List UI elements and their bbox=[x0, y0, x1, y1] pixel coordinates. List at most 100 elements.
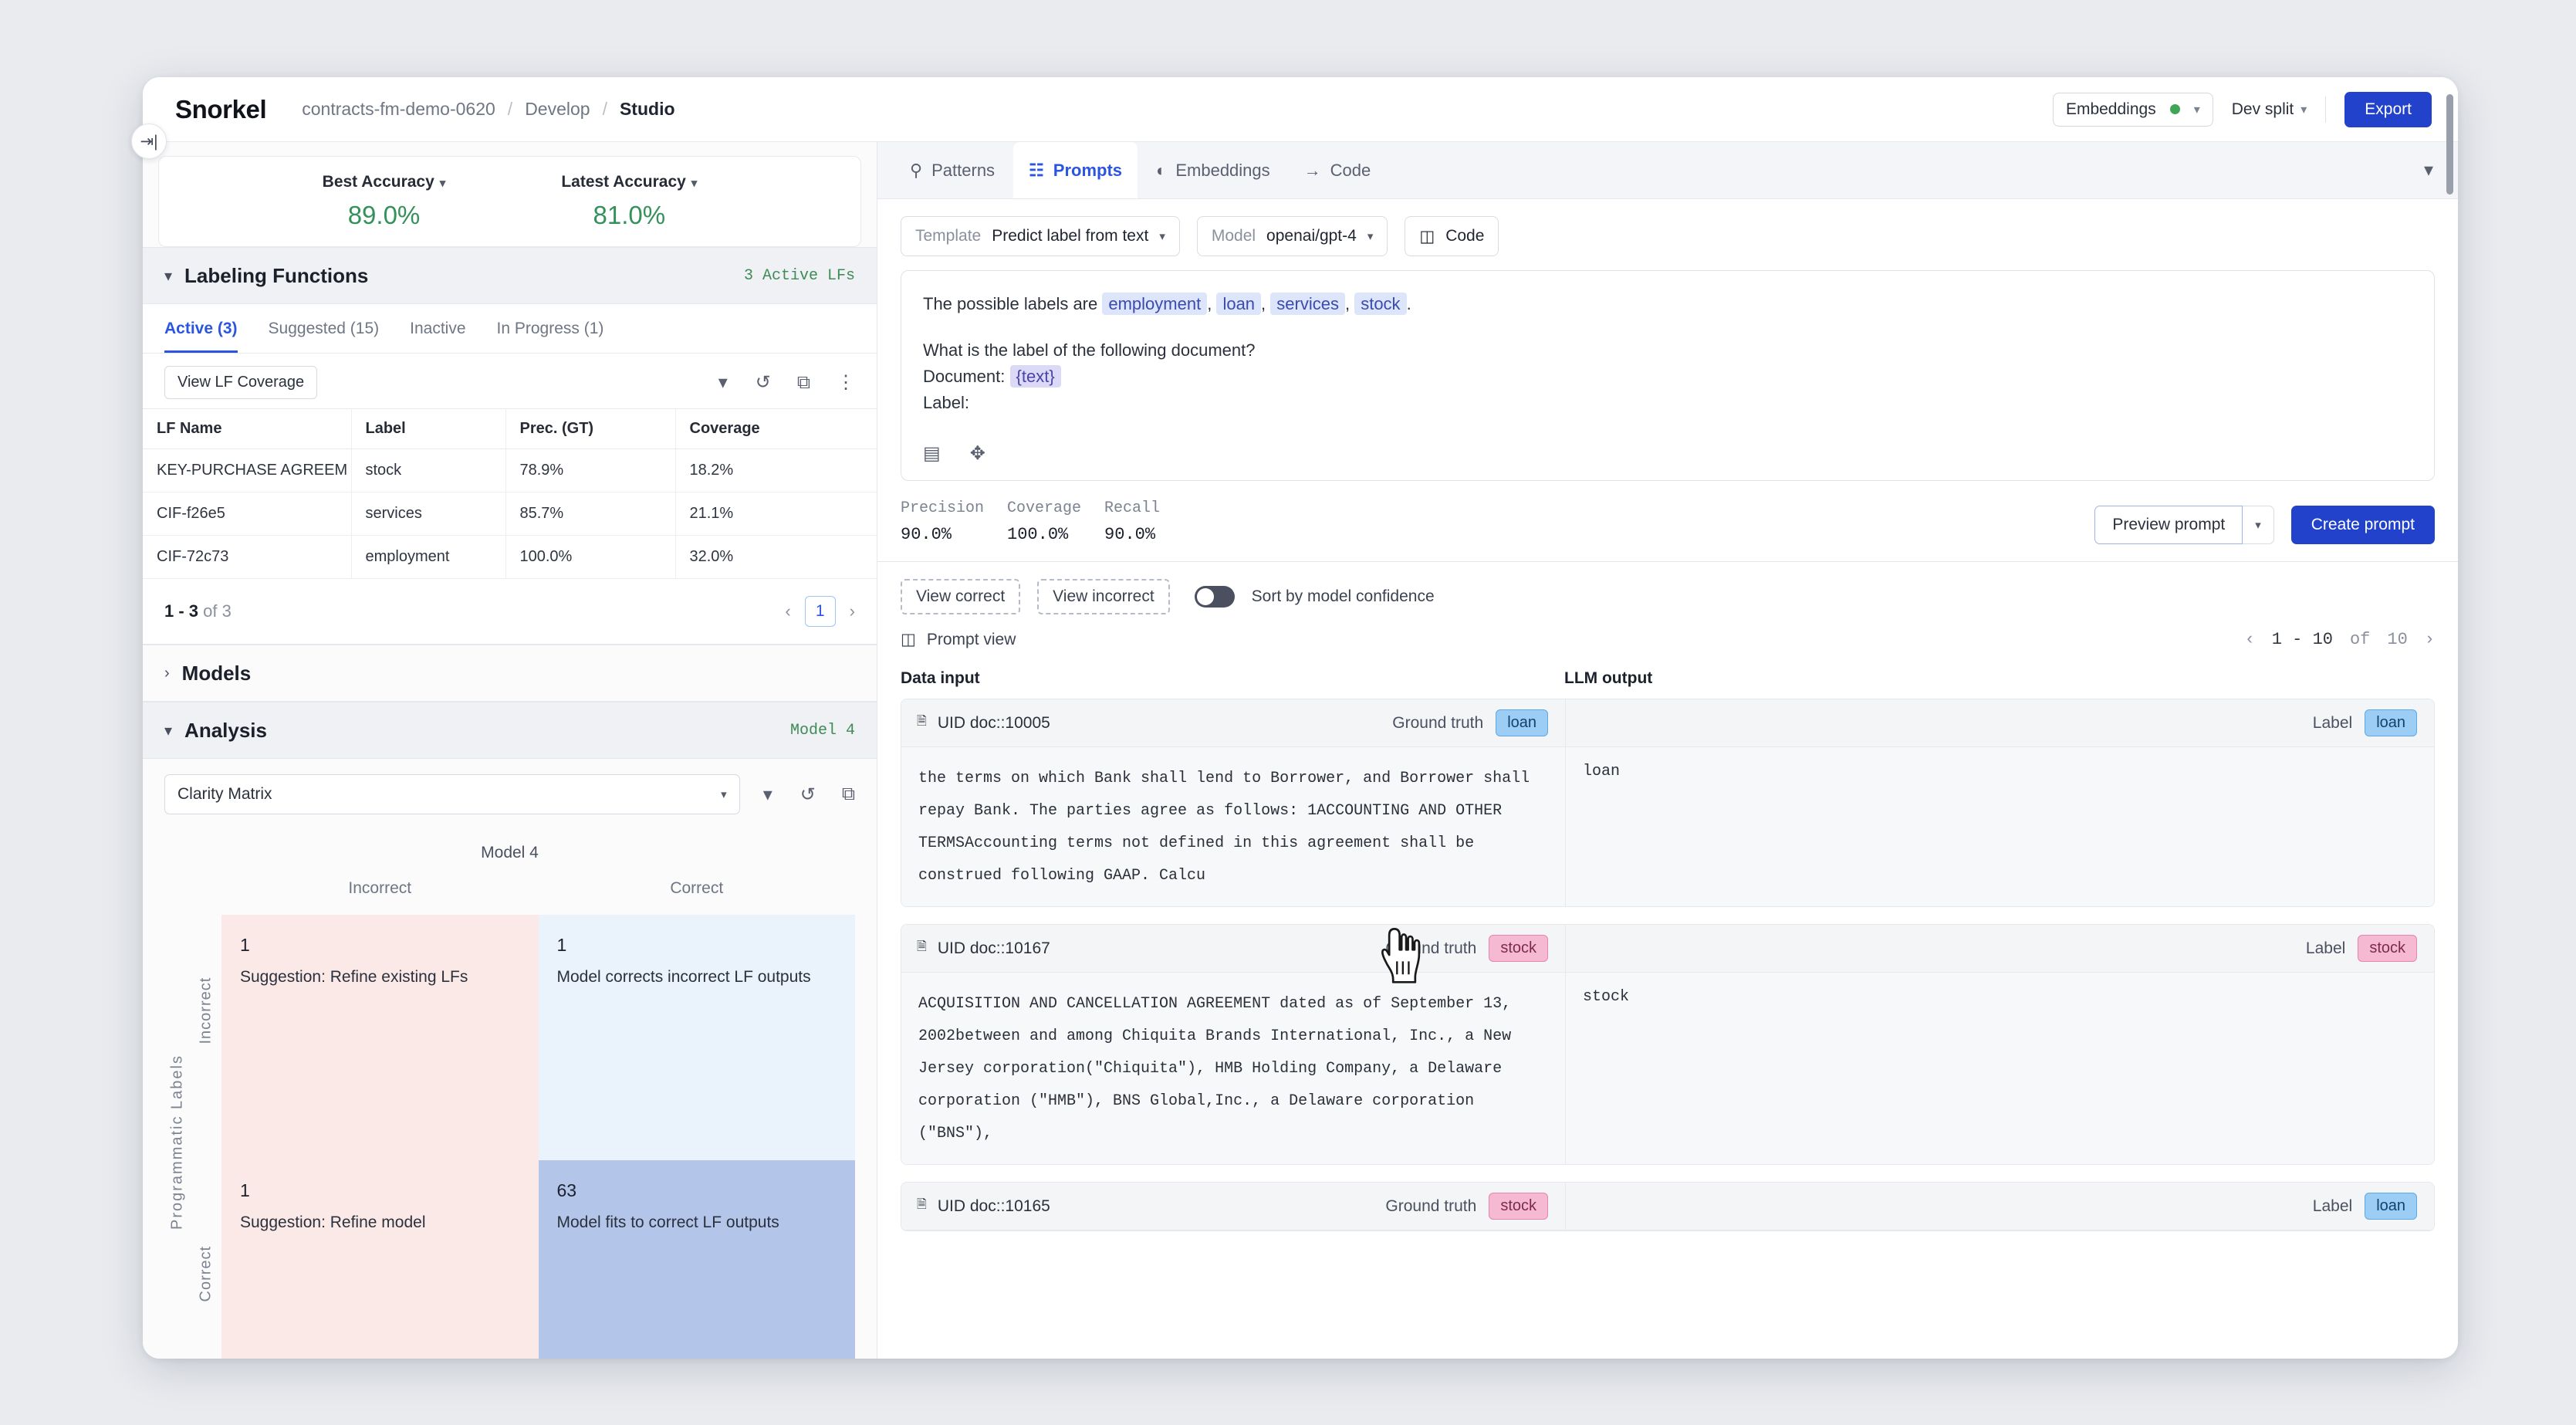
model-selector[interactable]: Model openai/gpt-4 ▾ bbox=[1196, 216, 1388, 256]
filter-icon[interactable]: ▾ bbox=[763, 784, 774, 806]
column-label: Label bbox=[351, 408, 506, 449]
pagination-range: 1 - 3 bbox=[164, 601, 199, 621]
filter-icon[interactable]: ▾ bbox=[718, 371, 729, 394]
prompt-spacer bbox=[923, 317, 2412, 337]
labeling-functions-pagination: 1 - 3 of 3 ‹ 1 › bbox=[143, 579, 877, 645]
export-icon[interactable]: ⧉ bbox=[797, 372, 810, 394]
tab-active-lfs[interactable]: Active (3) bbox=[164, 304, 238, 353]
record-text: the terms on which Bank shall lend to Bo… bbox=[918, 770, 1530, 885]
table-row[interactable]: CIF-72c73 employment 100.0% 32.0% bbox=[143, 535, 877, 579]
embeddings-selector[interactable]: Embeddings ▾ bbox=[2052, 92, 2213, 127]
results-range: 1 - 10 bbox=[2271, 630, 2333, 650]
llm-label-label: Label bbox=[2312, 713, 2353, 732]
breadcrumb-develop[interactable]: Develop bbox=[525, 99, 590, 120]
tab-patterns[interactable]: ⚲ Patterns bbox=[894, 142, 1010, 198]
list-item[interactable]: 🗎 UID doc::10167 Ground truth stock Labe… bbox=[901, 924, 2435, 1166]
x-tick-incorrect: Incorrect bbox=[348, 879, 412, 897]
table-row[interactable]: CIF-f26e5 services 85.7% 21.1% bbox=[143, 492, 877, 536]
chevron-down-icon: ▾ bbox=[2193, 103, 2200, 117]
preview-prompt-dropdown[interactable]: ▾ bbox=[2243, 506, 2274, 545]
tab-code[interactable]: → Code bbox=[1289, 142, 1387, 198]
top-bar: Snorkel contracts-fm-demo-0620 / Develop… bbox=[143, 77, 2458, 142]
preview-prompt-button[interactable]: Preview prompt bbox=[2094, 506, 2243, 545]
pagination-prev-icon[interactable]: ‹ bbox=[785, 601, 790, 621]
cell-lf-name: KEY-PURCHASE AGREEM bbox=[143, 448, 352, 492]
clarity-matrix-x-ticks: Incorrect Correct bbox=[221, 879, 855, 915]
sidebar-collapse-handle[interactable]: ⇥| bbox=[131, 124, 167, 159]
export-icon[interactable]: ⧉ bbox=[842, 784, 855, 805]
models-header[interactable]: › Models bbox=[143, 645, 877, 702]
record-header-left: 🗎 UID doc::10005 Ground truth loan bbox=[901, 709, 1565, 737]
view-incorrect-button[interactable]: View incorrect bbox=[1037, 579, 1170, 615]
sort-by-confidence-toggle[interactable] bbox=[1194, 586, 1235, 608]
pagination-page-1[interactable]: 1 bbox=[804, 596, 836, 627]
analysis-header[interactable]: ▾ Analysis Model 4 bbox=[143, 702, 877, 759]
create-prompt-button[interactable]: Create prompt bbox=[2290, 506, 2435, 545]
export-button[interactable]: Export bbox=[2344, 91, 2432, 127]
prompt-text-box[interactable]: The possible labels are employment, loan… bbox=[901, 270, 2435, 482]
breadcrumb-project[interactable]: contracts-fm-demo-0620 bbox=[302, 99, 495, 120]
code-button[interactable]: ◫ Code bbox=[1405, 216, 1499, 256]
refresh-icon[interactable]: ↺ bbox=[800, 784, 816, 806]
template-selector[interactable]: Template Predict label from text ▾ bbox=[901, 216, 1180, 256]
record-header: 🗎 UID doc::10005 Ground truth loan Label… bbox=[901, 699, 2434, 748]
prompt-actions: Preview prompt ▾ Create prompt bbox=[2094, 506, 2435, 545]
best-accuracy[interactable]: Best Accuracy ▾ 89.0% bbox=[323, 173, 446, 230]
prompt-view-toggle[interactable]: ◫ Prompt view bbox=[901, 630, 1016, 649]
prompt-line-labels: The possible labels are employment, loan… bbox=[923, 293, 1411, 315]
toggle-knob bbox=[1196, 588, 1214, 606]
cell-label: services bbox=[351, 492, 506, 536]
refresh-icon[interactable]: ↺ bbox=[756, 371, 771, 394]
dev-split-selector[interactable]: Dev split ▾ bbox=[2232, 100, 2307, 119]
more-options-icon[interactable]: ⋮ bbox=[837, 371, 855, 394]
document-icon: 🗎 bbox=[917, 1198, 927, 1212]
matrix-cell-desc: Model fits to correct LF outputs bbox=[556, 1213, 779, 1231]
record-header: 🗎 UID doc::10165 Ground truth stock Labe… bbox=[901, 1183, 2434, 1231]
table-row[interactable]: KEY-PURCHASE AGREEM stock 78.9% 18.2% bbox=[143, 448, 877, 492]
tab-embeddings[interactable]: ◐ Embeddings bbox=[1141, 142, 1286, 198]
prompt-footer-icons: ▤ ✥ bbox=[923, 442, 2412, 465]
list-item[interactable]: 🗎 UID doc::10005 Ground truth loan Label… bbox=[901, 94, 2453, 908]
main-body: Best Accuracy ▾ 89.0% Latest Accuracy ▾ 81… bbox=[143, 94, 2458, 1359]
view-correct-button[interactable]: View correct bbox=[901, 579, 1021, 615]
cell-precision: 78.9% bbox=[505, 448, 676, 492]
template-key: Template bbox=[915, 227, 982, 245]
record-header-right: Label loan bbox=[1565, 699, 2434, 747]
ground-truth-badge: loan bbox=[1496, 709, 1548, 737]
breadcrumb-studio[interactable]: Studio bbox=[620, 99, 675, 120]
results-prev-icon[interactable]: ‹ bbox=[2245, 630, 2255, 649]
metric-recall-label: Recall bbox=[1104, 499, 1161, 518]
matrix-cell-value: 1 bbox=[556, 935, 567, 955]
list-item[interactable]: 🗎 UID doc::10165 Ground truth stock Labe… bbox=[901, 1182, 2435, 1232]
tab-inactive-lfs[interactable]: Inactive bbox=[410, 304, 465, 353]
matrix-cell-incorrect-correct[interactable]: 1 Suggestion: Refine model bbox=[221, 1159, 539, 1359]
matrix-cell-correct-incorrect[interactable]: 1 Model corrects incorrect LF outputs bbox=[538, 915, 855, 1160]
tab-suggested-lfs[interactable]: Suggested (15) bbox=[269, 304, 380, 353]
y-tick-correct: Correct bbox=[197, 1245, 215, 1302]
llm-label-badge: loan bbox=[2365, 709, 2417, 737]
results-next-icon[interactable]: › bbox=[2425, 630, 2435, 649]
pagination-of: of bbox=[203, 601, 218, 621]
tab-prompts[interactable]: ☷ Prompts bbox=[1013, 142, 1138, 198]
results-pagination: ‹ 1 - 10 of 10 › bbox=[2245, 630, 2435, 649]
document-icon: 🗎 bbox=[917, 940, 927, 954]
move-icon[interactable]: ✥ bbox=[970, 442, 985, 465]
prompt-line-prefix: The possible labels are bbox=[923, 294, 1098, 313]
tab-in-progress-lfs[interactable]: In Progress (1) bbox=[497, 304, 604, 353]
cell-coverage: 32.0% bbox=[675, 535, 877, 579]
labeling-functions-header[interactable]: ▾ Labeling Functions 3 Active LFs bbox=[143, 247, 877, 304]
best-accuracy-label: Best Accuracy ▾ bbox=[323, 173, 446, 191]
record-body: ACQUISITION AND CANCELLATION AGREEMENT d… bbox=[901, 973, 2434, 1165]
prompt-view-icon: ◫ bbox=[901, 631, 916, 649]
matrix-cell-correct-correct[interactable]: 63 Model fits to correct LF outputs bbox=[538, 1159, 855, 1359]
latest-accuracy-title: Latest Accuracy bbox=[561, 173, 686, 191]
pagination-next-icon[interactable]: › bbox=[850, 601, 855, 621]
latest-accuracy-label: Latest Accuracy ▾ bbox=[561, 173, 697, 191]
latest-accuracy[interactable]: Latest Accuracy ▾ 81.0% bbox=[561, 173, 697, 230]
prompt-document-line: Document: {text} bbox=[923, 364, 2412, 390]
clarity-matrix: Model 4 Programmatic Labels Incorrect Co… bbox=[143, 825, 877, 1359]
analysis-view-select[interactable]: Clarity Matrix ▾ bbox=[164, 774, 740, 814]
view-lf-coverage-button[interactable]: View LF Coverage bbox=[164, 366, 318, 399]
matrix-cell-incorrect-incorrect[interactable]: 1 Suggestion: Refine existing LFs bbox=[221, 915, 539, 1160]
columns-icon[interactable]: ▤ bbox=[923, 442, 941, 465]
